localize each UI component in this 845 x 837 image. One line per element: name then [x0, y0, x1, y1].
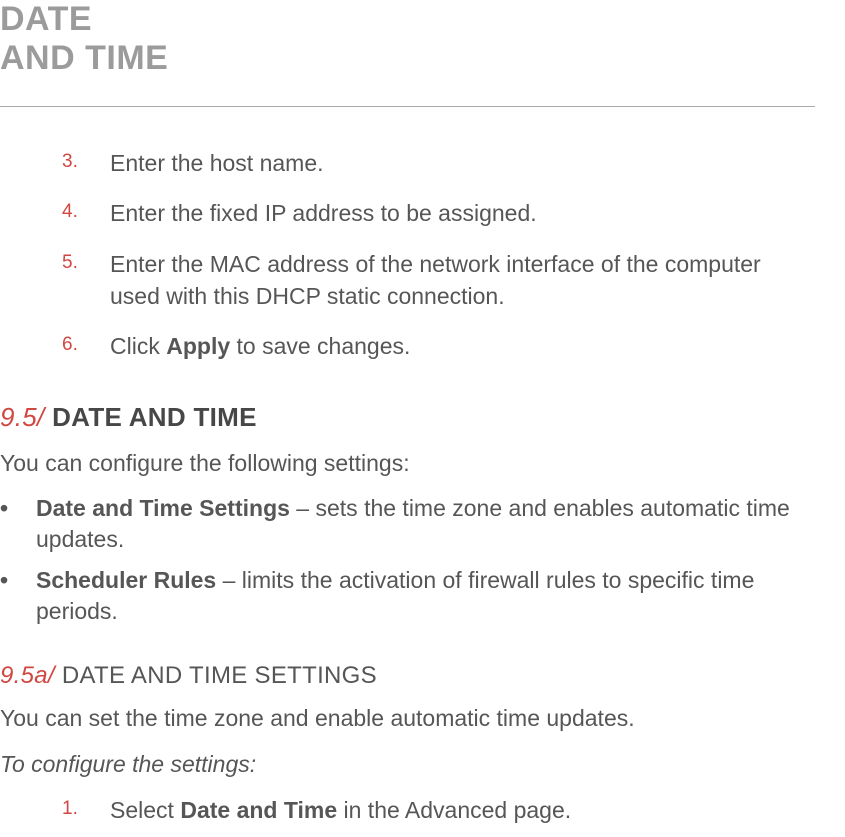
section-95a-lead: To configure the settings: [0, 748, 815, 780]
bullet-marker: • [0, 493, 8, 524]
subsection-heading-95a: 9.5a/ DATE AND TIME SETTINGS [0, 662, 815, 690]
step-item: 3. Enter the host name. [62, 147, 815, 179]
top-steps-list: 3. Enter the host name. 4. Enter the fix… [0, 147, 815, 362]
step-prefix: Click [110, 333, 166, 359]
subsection-title: DATE AND TIME SETTINGS [55, 662, 377, 689]
step-marker: 5. [62, 250, 78, 277]
step-item: 5. Enter the MAC address of the network … [62, 248, 815, 312]
section-number: 9.5/ [0, 402, 45, 432]
section-heading-95: 9.5/ DATE AND TIME [0, 402, 815, 433]
step-item: 1. Select Date and Time in the Advanced … [62, 794, 815, 826]
divider [0, 106, 815, 107]
bullet-bold: Date and Time Settings [36, 495, 290, 521]
bullet-list-95: • Date and Time Settings – sets the time… [0, 493, 815, 627]
section-95a-steps: 1. Select Date and Time in the Advanced … [0, 794, 815, 826]
page-title: DATE AND TIME [0, 0, 815, 106]
subsection-number: 9.5a/ [0, 662, 55, 689]
step-marker: 1. [62, 796, 78, 823]
step-marker: 4. [62, 199, 78, 226]
step-item: 4. Enter the fixed IP address to be assi… [62, 197, 815, 229]
step-text: Enter the fixed IP address to be assigne… [110, 200, 537, 226]
section-95a-intro: You can set the time zone and enable aut… [0, 702, 815, 734]
step-prefix: Select [110, 797, 180, 823]
title-line-1: DATE [0, 0, 92, 38]
bullet-marker: • [0, 565, 8, 596]
step-text: Enter the host name. [110, 150, 324, 176]
step-bold: Date and Time [180, 797, 337, 823]
step-marker: 3. [62, 149, 78, 176]
bullet-item: • Date and Time Settings – sets the time… [0, 493, 815, 555]
bullet-bold: Scheduler Rules [36, 567, 216, 593]
step-suffix: in the Advanced page. [337, 797, 571, 823]
section-title: DATE AND TIME [45, 402, 257, 432]
bullet-item: • Scheduler Rules – limits the activatio… [0, 565, 815, 627]
section-95-intro: You can configure the following settings… [0, 447, 815, 479]
title-line-2: AND TIME [0, 39, 168, 77]
step-suffix: to save changes. [230, 333, 410, 359]
step-bold: Apply [166, 333, 230, 359]
step-text: Enter the MAC address of the network int… [110, 251, 761, 309]
step-marker: 6. [62, 332, 78, 359]
step-item: 6. Click Apply to save changes. [62, 330, 815, 362]
